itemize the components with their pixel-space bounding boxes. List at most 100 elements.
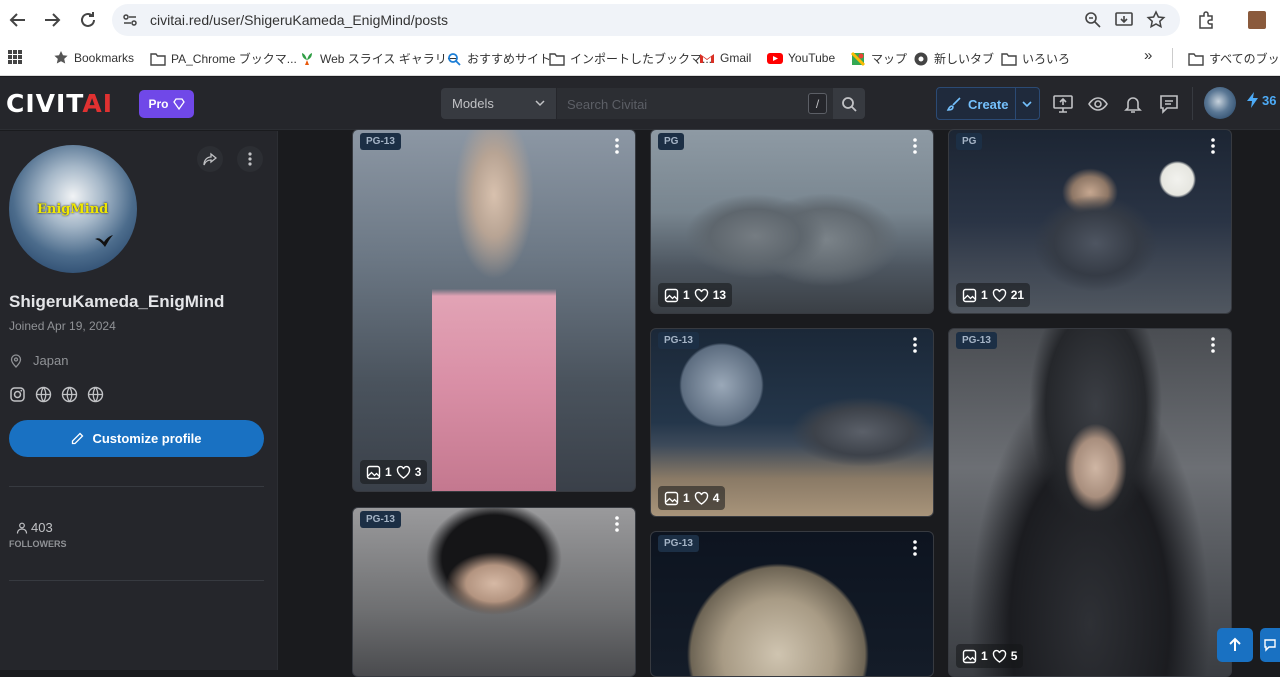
bookmark-item[interactable]: いろいろ xyxy=(1001,50,1070,67)
heart-icon[interactable] xyxy=(694,491,709,506)
all-bookmarks-button[interactable]: すべてのブックマーク xyxy=(1188,50,1280,67)
heart-icon[interactable] xyxy=(992,649,1007,664)
notifications-bell-icon[interactable] xyxy=(1122,93,1144,115)
kebab-icon[interactable] xyxy=(609,515,625,533)
globe-icon[interactable] xyxy=(35,386,52,403)
followers-stat[interactable]: 403 xyxy=(16,520,53,535)
post-card[interactable]: PG 1 21 xyxy=(948,129,1232,314)
bookmarks-overflow-button[interactable]: » xyxy=(1144,47,1152,64)
image-icon xyxy=(962,649,977,663)
more-options-button[interactable] xyxy=(237,146,263,172)
support-chat-button[interactable] xyxy=(1260,628,1280,662)
bookmarks-divider xyxy=(1172,48,1173,68)
civitai-logo[interactable]: CIVITAI xyxy=(6,89,113,118)
gmail-icon xyxy=(700,54,714,63)
bookmark-item[interactable]: Bookmarks xyxy=(53,50,134,66)
chevron-down-icon xyxy=(535,100,545,107)
extensions-icon[interactable] xyxy=(1196,10,1216,30)
search-scope-select[interactable]: Models xyxy=(441,88,556,119)
image-icon xyxy=(962,288,977,302)
chevron-down-icon[interactable] xyxy=(1021,98,1033,110)
chat-icon[interactable] xyxy=(1158,93,1180,115)
heart-icon[interactable] xyxy=(992,288,1007,303)
youtube-icon xyxy=(767,53,783,64)
search-button[interactable] xyxy=(833,88,865,119)
profile-avatar: EnigMind xyxy=(9,145,137,273)
divider xyxy=(9,580,264,581)
profile-location: Japan xyxy=(9,353,68,368)
post-stats: 1 21 xyxy=(956,283,1031,307)
instagram-icon[interactable] xyxy=(9,386,26,403)
create-button[interactable]: Create xyxy=(936,87,1040,120)
scroll-to-top-button[interactable] xyxy=(1217,628,1253,662)
bookmark-item[interactable]: インポートしたブックマ... xyxy=(549,50,712,67)
bookmark-item[interactable]: YouTube xyxy=(767,50,835,66)
followers-count: 403 xyxy=(31,520,53,535)
arrow-up-icon xyxy=(1229,637,1241,651)
back-icon[interactable] xyxy=(6,8,30,32)
upload-monitor-icon[interactable] xyxy=(1052,93,1074,115)
customize-profile-button[interactable]: Customize profile xyxy=(9,420,264,457)
bookmark-label: インポートしたブックマ... xyxy=(570,52,713,66)
search-input[interactable]: Search Civitai xyxy=(557,88,833,119)
bookmark-item[interactable]: Gmail xyxy=(699,50,751,66)
globe-icon[interactable] xyxy=(87,386,104,403)
pro-badge[interactable]: Pro xyxy=(139,90,194,118)
image-count: 1 xyxy=(981,649,988,663)
post-card[interactable]: PG-13 1 4 xyxy=(650,328,934,517)
forward-icon[interactable] xyxy=(40,8,64,32)
post-card[interactable]: PG-13 xyxy=(352,507,636,677)
rating-badge: PG xyxy=(956,133,983,150)
globe-icon[interactable] xyxy=(61,386,78,403)
kebab-icon[interactable] xyxy=(609,137,625,155)
like-count: 4 xyxy=(712,491,720,505)
browser-toolbar: civitai.red/user/ShigeruKameda_EnigMind/… xyxy=(0,0,1280,40)
user-avatar[interactable] xyxy=(1204,87,1236,119)
bookmark-item[interactable]: Web スライス ギャラリー xyxy=(299,50,459,67)
browsing-level-eye-icon[interactable] xyxy=(1087,93,1109,115)
bookmark-label: PA_Chrome ブックマ... xyxy=(171,52,297,66)
bookmark-label: Web スライス ギャラリー xyxy=(320,52,459,66)
profile-avatar-icon[interactable] xyxy=(1248,11,1266,29)
post-card[interactable]: PG-13 1 5 xyxy=(948,328,1232,677)
search-icon xyxy=(842,96,857,112)
kebab-icon[interactable] xyxy=(1205,137,1221,155)
bookmark-item[interactable]: マップ xyxy=(850,50,907,67)
chat-icon xyxy=(1264,639,1276,652)
kebab-icon[interactable] xyxy=(1205,336,1221,354)
site-settings-icon[interactable] xyxy=(120,10,140,30)
folder-icon xyxy=(549,52,565,66)
reload-icon[interactable] xyxy=(76,8,100,32)
bookmark-label: YouTube xyxy=(788,51,836,65)
install-app-icon[interactable] xyxy=(1114,10,1134,30)
star-icon xyxy=(54,51,68,64)
bookmark-item[interactable]: 新しいタブ xyxy=(913,50,994,67)
header-divider xyxy=(1192,87,1193,120)
rating-badge: PG-13 xyxy=(360,511,401,528)
rating-badge: PG xyxy=(658,133,685,150)
post-card[interactable]: PG-13 1 3 xyxy=(352,129,636,492)
zoom-icon[interactable] xyxy=(1083,10,1103,30)
create-split-divider xyxy=(1015,88,1016,119)
heart-icon[interactable] xyxy=(694,288,709,303)
post-stats: 1 13 xyxy=(658,283,733,307)
post-card[interactable]: PG 1 13 xyxy=(650,129,934,314)
url-text[interactable]: civitai.red/user/ShigeruKameda_EnigMind/… xyxy=(150,12,448,28)
bookmark-item[interactable]: PA_Chrome ブックマ... xyxy=(150,50,297,67)
buzz-balance[interactable]: 36 xyxy=(1246,92,1276,108)
kebab-icon[interactable] xyxy=(907,336,923,354)
kebab-icon[interactable] xyxy=(907,539,923,557)
kebab-icon[interactable] xyxy=(907,137,923,155)
apps-grid-icon[interactable] xyxy=(7,49,23,65)
lightning-icon xyxy=(1247,92,1258,108)
rating-badge: PG-13 xyxy=(956,332,997,349)
share-button[interactable] xyxy=(197,146,223,172)
heart-icon[interactable] xyxy=(396,465,411,480)
post-card[interactable]: PG-13 xyxy=(650,531,934,677)
like-count: 13 xyxy=(712,288,727,302)
bookmark-star-icon[interactable] xyxy=(1146,10,1166,30)
create-label: Create xyxy=(968,97,1009,112)
bookmark-item[interactable]: おすすめサイト xyxy=(446,50,551,67)
search-shortcut-hint: / xyxy=(808,93,827,114)
buzz-count: 36 xyxy=(1262,92,1277,108)
